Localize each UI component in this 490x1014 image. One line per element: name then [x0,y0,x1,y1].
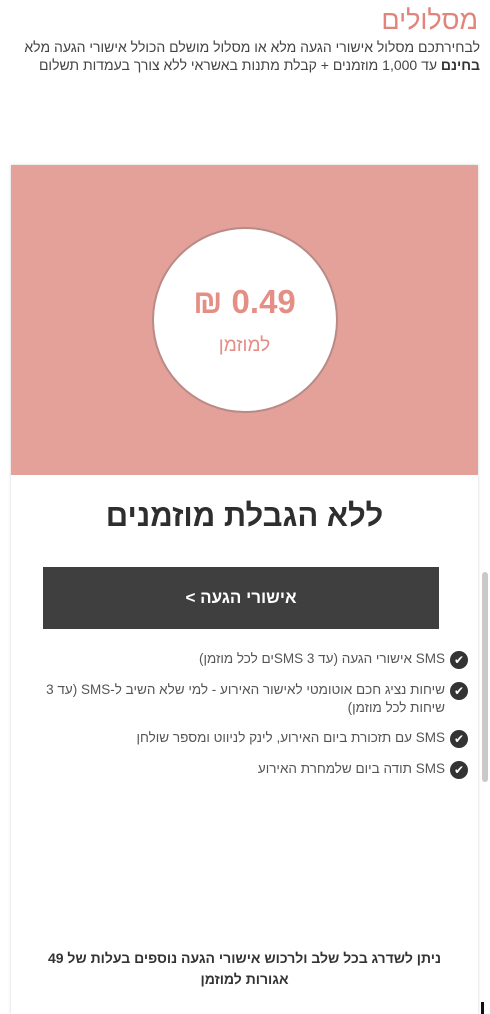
check-circle-icon: ✔ [450,730,468,748]
intro-text: לבחירתכם מסלול אישורי הגעה מלא או מסלול … [24,39,480,55]
feature-item: ✔ SMS אישורי הגעה (עד 3 SMSים לכל מוזמן) [25,650,478,669]
upgrade-note: ניתן לשדרג בכל שלב ולרכוש אישורי הגעה נו… [47,950,442,987]
feature-text: שיחות נציג חכם אוטומטי לאישור האירוע - ל… [46,682,445,715]
scrollbar[interactable] [482,572,488,782]
feature-list: ✔ SMS אישורי הגעה (עד 3 SMSים לכל מוזמן)… [25,650,478,791]
rsvp-button[interactable]: אישורי הגעה > [43,567,439,629]
feature-text: SMS עם תזכורת ביום האירוע, לינק לניווט ו… [136,730,445,745]
check-circle-icon: ✔ [450,682,468,700]
price-unit: למוזמן [218,335,271,356]
pricing-card-header: 0.49 ₪ למוזמן [11,165,478,475]
feature-text: SMS אישורי הגעה (עד 3 SMSים לכל מוזמן) [198,651,445,666]
check-circle-icon: ✔ [450,761,468,779]
check-circle-icon: ✔ [450,651,468,669]
scroll-edge [481,1002,484,1014]
feature-item: ✔ שיחות נציג חכם אוטומטי לאישור האירוע -… [25,681,478,717]
section-intro: לבחירתכם מסלול אישורי הגעה מלא או מסלול … [8,38,480,74]
feature-item: ✔ SMS תודה ביום שלמחרת האירוע [25,760,478,779]
price-circle: 0.49 ₪ למוזמן [151,227,338,413]
intro-bold-free: בחינם [440,57,480,73]
plan-title: ללא הגבלת מוזמנים [105,498,384,533]
intro-text-end: עד 1,000 מוזמנים + קבלת מתנות באשראי ללא… [38,57,441,73]
price-value: 0.49 ₪ [193,283,296,320]
section-title: מסלולים [381,5,478,35]
feature-item: ✔ SMS עם תזכורת ביום האירוע, לינק לניווט… [25,729,478,748]
pricing-card: 0.49 ₪ למוזמן ללא הגבלת מוזמנים אישורי ה… [11,165,478,1014]
feature-text: SMS תודה ביום שלמחרת האירוע [257,761,445,776]
